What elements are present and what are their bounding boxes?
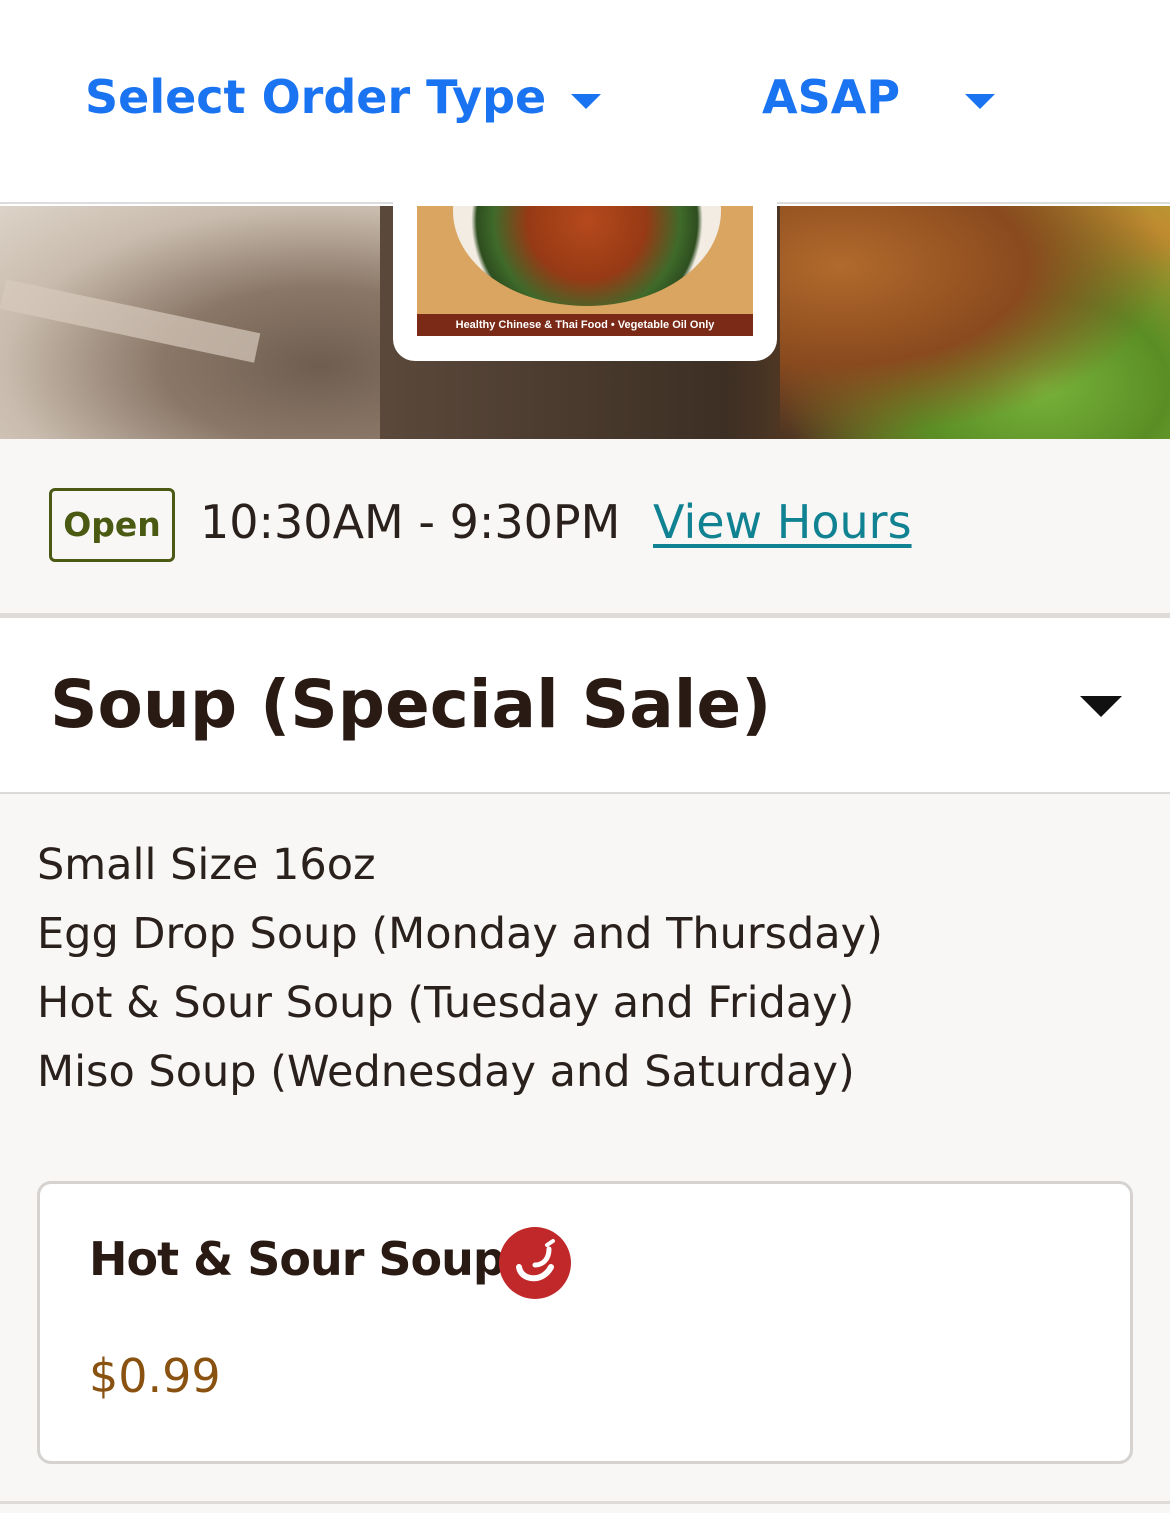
menu-item-name: Hot & Sour Soup [89,1232,506,1286]
restaurant-logo: Healthy Chinese & Thai Food • Vegetable … [393,190,777,361]
chevron-down-icon [1080,696,1122,717]
open-status-badge: Open [49,488,175,562]
logo-tagline: Healthy Chinese & Thai Food • Vegetable … [417,314,753,336]
chevron-down-icon [965,94,995,109]
order-type-label: Select Order Type [85,70,547,124]
divider [0,1501,1170,1504]
section-description-line: Egg Drop Soup (Monday and Thursday) [37,909,883,959]
order-bar: Select Order Type ASAP [0,0,1170,204]
chili-pepper-icon [499,1227,571,1299]
section-description-line: Small Size 16oz [37,840,376,890]
menu-item-price: $0.99 [89,1349,221,1403]
chevron-down-icon [571,94,601,109]
menu-section-body: Small Size 16oz Egg Drop Soup (Monday an… [0,794,1170,1513]
logo-plate-image [453,206,721,306]
section-description-line: Miso Soup (Wednesday and Saturday) [37,1047,855,1097]
order-type-dropdown[interactable]: Select Order Type [85,70,601,124]
order-time-label: ASAP [762,70,901,124]
order-time-dropdown[interactable]: ASAP [762,70,995,124]
hero-food-image [780,206,1170,439]
hours-row: Open 10:30AM - 9:30PM View Hours [0,439,1170,613]
section-description-line: Hot & Sour Soup (Tuesday and Friday) [37,978,855,1028]
menu-section-header[interactable]: Soup (Special Sale) [0,618,1170,794]
section-title: Soup (Special Sale) [50,666,772,743]
menu-item-card[interactable]: Hot & Sour Soup $0.99 [37,1181,1133,1464]
view-hours-link[interactable]: View Hours [653,495,912,549]
logo-artwork: Healthy Chinese & Thai Food • Vegetable … [417,206,753,336]
hours-range: 10:30AM - 9:30PM [200,495,621,549]
